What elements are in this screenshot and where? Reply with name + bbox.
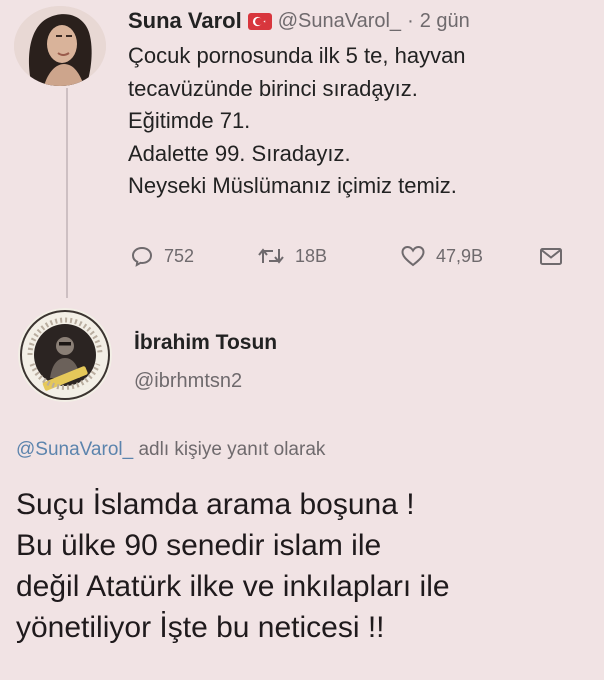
reply-display-name[interactable]: İbrahim Tosun: [134, 331, 277, 355]
display-name[interactable]: Suna Varol: [128, 8, 242, 34]
separator-dot: ·: [407, 9, 414, 32]
reply-handle[interactable]: @ibrhmtsn2: [134, 370, 242, 393]
reply-text-line: Bu ülke 90 senedir islam ile: [16, 529, 382, 562]
reply-text-line: değil Atatürk ilke ve inkılapları ile: [16, 570, 450, 603]
replying-to-text: adlı kişiye yanıt olarak: [133, 439, 326, 460]
timestamp[interactable]: 2 gün: [420, 10, 470, 33]
reply-text-line: yönetiliyor İşte bu neticesi !!: [16, 611, 385, 644]
action-bar: 752 18B 47,9B: [130, 240, 570, 272]
tweet-text-line: Eğitimde 71.: [128, 108, 251, 133]
retweet-count: 18B: [295, 245, 328, 266]
reply-button[interactable]: 752: [130, 240, 194, 272]
handle[interactable]: @SunaVarol_: [278, 10, 401, 33]
reply-text-line: Suçu İslamda arama boşuna !: [16, 488, 415, 521]
reply-icon: [130, 244, 154, 268]
turkey-flag-icon: [247, 12, 272, 30]
tweet-text-line: Çocuk pornosunda ilk 5 te, hayvan: [128, 43, 466, 68]
tweet-text-line: Neyseki Müslümanız içimiz temiz.: [128, 173, 457, 198]
like-count: 47,9B: [436, 245, 484, 266]
tweet-text: Çocuk pornosunda ilk 5 te, hayvan tecavü…: [128, 40, 598, 203]
mention-link[interactable]: @SunaVarol_: [16, 439, 133, 460]
tweet-text-line: Adalette 99. Sıradayız.: [128, 140, 351, 166]
heart-icon: [400, 244, 426, 268]
reply-count: 752: [164, 245, 195, 266]
like-button[interactable]: 47,9B: [400, 240, 483, 272]
tweet-header: Suna Varol @SunaVarol_ · 2 gün: [128, 6, 470, 36]
share-button[interactable]: [538, 240, 564, 272]
reply-avatar[interactable]: [18, 308, 112, 402]
reply-text: Suçu İslamda arama boşuna ! Bu ülke 90 s…: [16, 484, 600, 648]
retweet-button[interactable]: 18B: [257, 240, 327, 272]
original-tweet[interactable]: Suna Varol @SunaVarol_ · 2 gün Çocuk por…: [0, 0, 604, 290]
tweet-text-line: tecavüzünde birinci sırada̧yız.: [128, 75, 418, 101]
share-icon: [538, 244, 564, 268]
retweet-icon: [257, 244, 285, 268]
replying-to: @SunaVarol_ adlı kişiye yanıt olarak: [16, 439, 325, 461]
avatar[interactable]: [14, 6, 106, 86]
